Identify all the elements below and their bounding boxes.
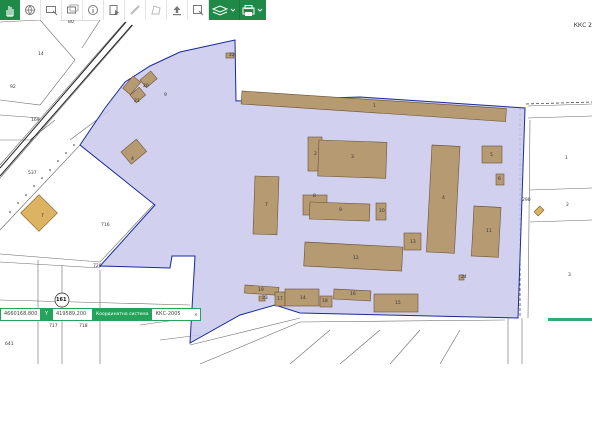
parcel-label: 717	[49, 324, 58, 329]
parcel-label: 1	[565, 156, 568, 161]
blank-area	[0, 364, 592, 444]
building-label: 23	[262, 296, 268, 301]
document-view-button[interactable]	[104, 0, 125, 20]
scale-bar	[548, 318, 592, 321]
building-label: 18	[322, 299, 328, 304]
building-label: 8	[313, 194, 316, 199]
parcel-label: 14	[38, 52, 44, 57]
x-coordinate-field[interactable]: 4660168,800	[0, 307, 41, 321]
layers-select-button[interactable]	[62, 0, 83, 20]
parcel-label: 169	[31, 118, 40, 123]
measure-area-icon	[151, 5, 161, 15]
zoom-select-icon	[193, 5, 204, 16]
layers-dropdown-button[interactable]	[209, 0, 239, 20]
info-icon	[88, 5, 98, 15]
pan-tool-button[interactable]	[0, 0, 20, 20]
building-label: 17	[277, 297, 283, 302]
pan-hand-icon	[6, 5, 14, 17]
building-label: 11	[486, 229, 492, 234]
building-label: 13	[410, 240, 416, 245]
building-label: 19	[258, 288, 264, 293]
parcel-label: 3	[568, 273, 571, 278]
parcel-label: 290	[522, 198, 531, 203]
parcel-label: 9	[164, 93, 167, 98]
zoom-select-button[interactable]	[188, 0, 209, 20]
building-label: 20	[143, 84, 149, 89]
upload-icon	[173, 6, 181, 16]
coordinate-system-label: Координатна система	[93, 307, 152, 321]
cadastral-map[interactable]: 14 80 92 169 537 716 728 161 717 718 720…	[0, 0, 592, 364]
parcel-label: 4	[131, 157, 134, 162]
coordinate-system-select[interactable]: ККС-2005 ✕	[151, 307, 202, 321]
select-rectangle-icon	[45, 6, 57, 16]
coordinate-separator: Y	[41, 307, 52, 321]
parcel-label: 716	[101, 223, 110, 228]
building-label: 16	[350, 292, 356, 297]
building-label: 3	[351, 155, 354, 160]
measure-ruler-icon	[130, 5, 140, 15]
building-label: 9	[339, 208, 342, 213]
measure-area-button[interactable]	[146, 0, 167, 20]
building-label: 1	[373, 104, 376, 109]
parcel-circle-label: 161	[56, 297, 67, 303]
building-label: 22	[229, 53, 235, 58]
layers-select-icon	[66, 4, 78, 14]
parcel-label: 80	[68, 20, 74, 25]
document-view-icon	[109, 5, 119, 15]
globe-icon	[25, 5, 35, 16]
upload-button[interactable]	[167, 0, 188, 20]
building-label: 21	[134, 99, 140, 104]
coordinate-bar: 4660168,800 Y 419589,200 Координатна сис…	[0, 307, 202, 321]
building-label: 6	[498, 177, 501, 182]
parcel-label: 537	[28, 171, 37, 176]
select-rectangle-button[interactable]	[41, 0, 62, 20]
y-coordinate-field[interactable]: 419589,200	[52, 307, 93, 321]
building-label: 24	[461, 275, 467, 280]
parcel-label: 718	[79, 324, 88, 329]
layers-dropdown-icon	[211, 5, 236, 16]
globe-tool-button[interactable]	[20, 0, 41, 20]
parcel-label: 92	[10, 85, 16, 90]
coordinate-system-value: ККС-2005	[155, 311, 181, 317]
building-label: 4	[442, 196, 445, 201]
parcel-label: 728	[93, 264, 102, 269]
building-label: 5	[490, 153, 493, 158]
close-icon[interactable]: ✕	[194, 312, 197, 317]
building-label: 14	[300, 296, 306, 301]
parcel-label: 641	[5, 342, 14, 347]
measure-ruler-button[interactable]	[125, 0, 146, 20]
building-label: 15	[395, 301, 401, 306]
building-label: 2	[314, 152, 317, 157]
map-toolbar	[0, 0, 266, 20]
info-button[interactable]	[83, 0, 104, 20]
building-label: 12	[353, 256, 359, 261]
building-label: 10	[379, 209, 385, 214]
crs-code-label: ККС 2	[573, 22, 592, 29]
parcel-label: 7	[41, 214, 44, 219]
building-label: 7	[265, 203, 268, 208]
print-icon	[242, 4, 263, 16]
parcel-label: 2	[566, 203, 569, 208]
print-dropdown-button[interactable]	[239, 0, 266, 20]
